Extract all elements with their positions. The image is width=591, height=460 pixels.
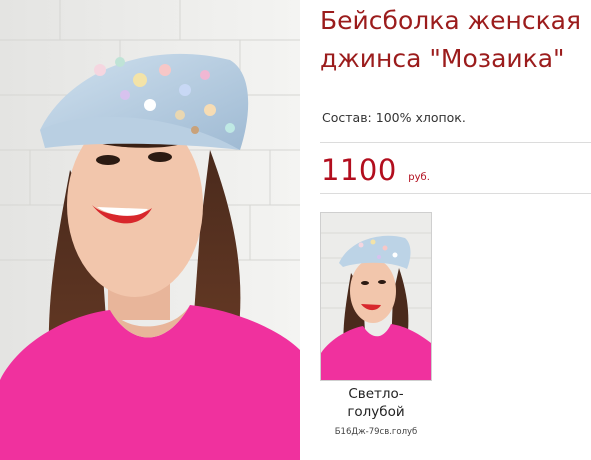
product-photo-image [0,0,300,460]
price-currency: руб. [408,172,430,183]
variant-thumbnail[interactable] [320,212,432,381]
variant-article-code: Б16Дж-79св.голуб [334,427,418,437]
variant-color-name: Светло-голубой [347,386,405,420]
product-main-photo[interactable] [0,0,300,460]
price-value: 1100 [321,153,397,187]
divider [320,142,591,143]
divider [320,193,591,194]
product-info-panel: Бейсболка женская джинса "Мозаика" Соста… [320,0,591,460]
product-composition: Состав: 100% хлопок. [322,110,466,125]
product-title: Бейсболка женская джинса "Мозаика" [320,6,582,73]
variant-thumbnail-image [321,213,431,380]
product-price: 1100 руб. [321,153,430,187]
color-variant-light-blue[interactable]: Светло-голубой Б16Дж-79св.голуб [320,212,432,437]
